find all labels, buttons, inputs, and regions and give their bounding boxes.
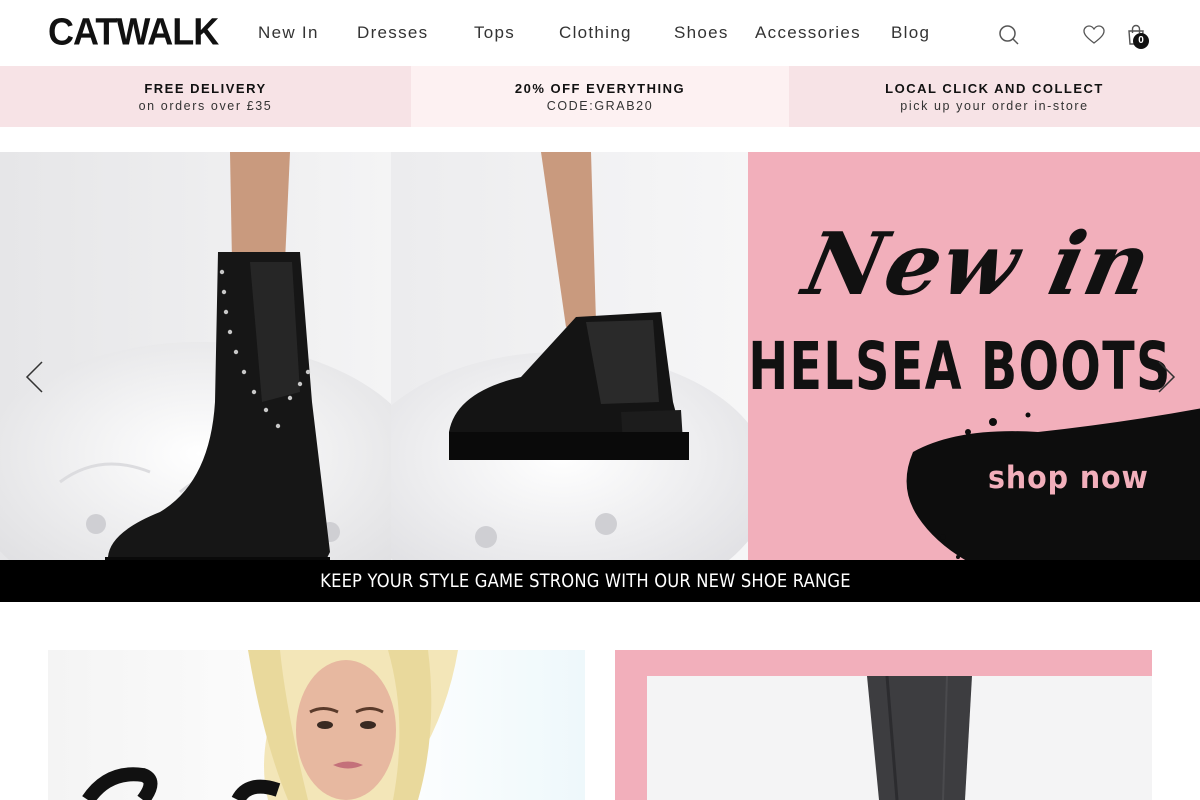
hero-photo-chelsea-boot	[391, 152, 748, 560]
cart-count-badge: 0	[1133, 33, 1149, 49]
tile-photo-model	[82, 650, 458, 800]
category-tile-right[interactable]	[615, 650, 1152, 800]
promo-subtitle: pick up your order in-store	[900, 99, 1089, 113]
promo-title: 20% OFF EVERYTHING	[514, 81, 686, 96]
hero-headline: CHELSEA BOOTS	[748, 328, 1172, 405]
heart-icon[interactable]	[1083, 25, 1105, 50]
nav-item-new-in[interactable]: New In	[258, 22, 319, 44]
shop-now-button[interactable]: shop now	[988, 460, 1149, 496]
nav-item-tops[interactable]: Tops	[474, 22, 515, 44]
nav-item-accessories[interactable]: Accessories	[755, 22, 861, 44]
hero-script-title: New in	[795, 214, 1162, 315]
search-icon[interactable]	[998, 24, 1020, 51]
hero-carousel[interactable]: New in CHELSEA BOOTS shop now	[0, 152, 1200, 560]
promo-click-collect[interactable]: LOCAL CLICK AND COLLECT pick up your ord…	[789, 66, 1200, 127]
promo-discount[interactable]: 20% OFF EVERYTHING CODE:GRAB20	[411, 66, 789, 127]
category-tile-left[interactable]	[48, 650, 585, 800]
hero-tagline-banner: KEEP YOUR STYLE GAME STRONG WITH OUR NEW…	[0, 560, 1200, 602]
hero-promo-panel[interactable]: New in CHELSEA BOOTS shop now	[748, 152, 1200, 560]
tile-photo-jeans	[647, 676, 1152, 800]
promo-subtitle: CODE:GRAB20	[546, 99, 654, 113]
nav-item-shoes[interactable]: Shoes	[674, 22, 729, 44]
promo-free-delivery[interactable]: FREE DELIVERY on orders over £35	[0, 66, 411, 127]
site-header: CATWALK New In Dresses Tops Clothing Sho…	[0, 0, 1200, 66]
nav-item-clothing[interactable]: Clothing	[559, 22, 632, 44]
promo-title: LOCAL CLICK AND COLLECT	[885, 81, 1104, 96]
brand-logo[interactable]: CATWALK	[48, 10, 219, 53]
promo-title: FREE DELIVERY	[144, 81, 267, 96]
nav-item-dresses[interactable]: Dresses	[357, 22, 428, 44]
chevron-left-icon[interactable]	[24, 360, 46, 399]
nav-item-blog[interactable]: Blog	[891, 22, 930, 44]
hero-photo-studded-boot	[0, 152, 391, 560]
hero-tagline: KEEP YOUR STYLE GAME STRONG WITH OUR NEW…	[319, 570, 851, 592]
chevron-right-icon[interactable]	[1155, 360, 1177, 399]
promo-subtitle: on orders over £35	[138, 99, 273, 113]
